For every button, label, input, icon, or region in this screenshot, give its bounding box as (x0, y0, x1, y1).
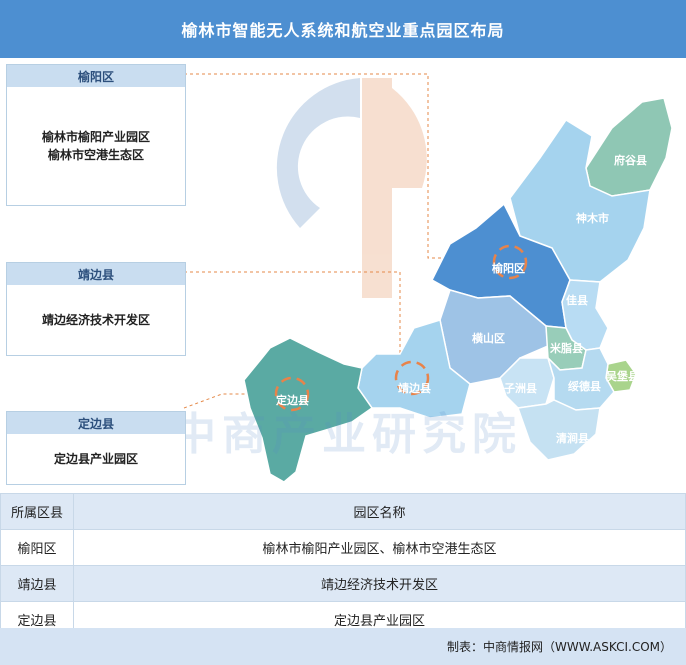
region-label-jingbian: 靖边县 (398, 382, 431, 395)
source-footer: 制表：中商情报网（WWW.ASKCI.COM） (0, 628, 686, 665)
zone-table: 所属区县 园区名称 榆阳区 榆林市榆阳产业园区、榆林市空港生态区 靖边县 靖边经… (0, 493, 686, 638)
card-body: 榆林市榆阳产业园区 榆林市空港生态区 (7, 87, 185, 205)
region-label-jia: 佳县 (566, 294, 588, 307)
page-title: 榆林市智能无人系统和航空业重点园区布局 (0, 0, 686, 58)
cell-parks: 靖边经济技术开发区 (73, 565, 686, 602)
table-header-row: 所属区县 园区名称 (0, 493, 686, 530)
card-line: 定边县产业园区 (53, 452, 138, 466)
region-label-fugu: 府谷县 (614, 154, 647, 167)
table-row: 榆阳区 榆林市榆阳产业园区、榆林市空港生态区 (0, 529, 686, 566)
cell-county: 榆阳区 (0, 529, 74, 566)
card-jingbian: 靖边县 靖边经济技术开发区 (6, 262, 186, 356)
card-header: 榆阳区 (7, 65, 185, 87)
card-header: 靖边县 (7, 263, 185, 285)
region-label-hengshan: 横山区 (472, 332, 505, 345)
cell-county: 靖边县 (0, 565, 74, 602)
region-label-mizhi: 米脂县 (550, 342, 583, 355)
table-row: 靖边县 靖边经济技术开发区 (0, 565, 686, 602)
region-label-yuyang: 榆阳区 (492, 262, 525, 275)
card-body: 定边县产业园区 (7, 434, 185, 484)
region-label-wubao: 吴堡县 (606, 370, 639, 383)
map-area: 府谷县 神木市 榆阳区 佳县 横山区 米脂县 吴堡县 靖边县 子洲县 绥德县 清… (0, 58, 686, 490)
region-label-suide: 绥德县 (568, 380, 601, 393)
column-header-county: 所属区县 (0, 493, 74, 530)
card-yuyang: 榆阳区 榆林市榆阳产业园区 榆林市空港生态区 (6, 64, 186, 206)
watermark-text: 中商产业研究院 (172, 409, 522, 460)
cell-parks: 榆林市榆阳产业园区、榆林市空港生态区 (73, 529, 686, 566)
region-label-shenmu: 神木市 (576, 212, 609, 225)
card-header: 定边县 (7, 412, 185, 434)
card-line: 榆林市榆阳产业园区 (41, 130, 150, 144)
card-line: 榆林市空港生态区 (47, 148, 144, 162)
region-label-zizhou: 子洲县 (504, 382, 537, 395)
card-dingbian: 定边县 定边县产业园区 (6, 411, 186, 485)
card-body: 靖边经济技术开发区 (7, 285, 185, 355)
region-label-qingjian: 清涧县 (556, 432, 589, 445)
card-line: 靖边经济技术开发区 (41, 313, 150, 327)
infographic: 榆林市智能无人系统和航空业重点园区布局 府谷县 神木市 榆阳区 佳县 横山区 米… (0, 0, 686, 665)
logo-watermark (276, 78, 427, 298)
column-header-park: 园区名称 (73, 493, 686, 530)
region-fugu (585, 97, 673, 197)
